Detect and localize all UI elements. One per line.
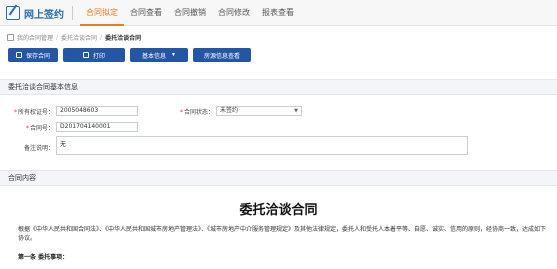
nav-report-view[interactable]: 报表查看: [256, 0, 300, 26]
toolbar: 保存合同 打印 基本信息 ▼ 房源信息查看: [8, 48, 251, 62]
save-icon: [15, 52, 22, 58]
breadcrumb-item[interactable]: 委托洽谈合同: [61, 33, 97, 42]
app-title: 网上签约: [24, 9, 64, 21]
top-header: 网上签约 合同拟定 合同查看 合同撤销 合同修改 报表查看: [0, 0, 557, 26]
nav-contract-view[interactable]: 合同查看: [124, 0, 168, 26]
basic-info-dropdown[interactable]: 基本信息 ▼: [130, 48, 188, 62]
section-title-basic-info: 委托洽谈合同基本信息: [0, 79, 557, 95]
contract-intro-paragraph: 根据《中华人民共和国合同法》、《中华人民共和国城市房地产管理法》、《城市房地产中…: [18, 226, 547, 242]
cert-no-label: *所有权证号：: [13, 109, 54, 116]
contract-no-label: *合同号：: [25, 125, 54, 132]
pen-document-icon: [6, 6, 20, 20]
view-property-button[interactable]: 房源信息查看: [193, 48, 251, 62]
home-icon: [7, 33, 14, 41]
printer-icon: [82, 52, 89, 58]
status-label: *合同状态：: [179, 109, 214, 116]
section-title-contract-content: 合同内容: [0, 170, 557, 186]
status-select[interactable]: 未签约 ▼: [216, 106, 302, 116]
main-nav: 合同拟定 合同查看 合同撤销 合同修改 报表查看: [80, 0, 300, 26]
nav-contract-draft[interactable]: 合同拟定: [80, 0, 124, 26]
divider: [72, 6, 73, 20]
print-button[interactable]: 打印: [63, 48, 125, 62]
brand: 网上签约: [6, 5, 64, 21]
cert-no-field[interactable]: 2005048603: [56, 106, 138, 116]
breadcrumb: 我的合同管理 / 委托洽谈合同 / 委托洽谈合同: [0, 30, 557, 44]
remark-field[interactable]: 无: [56, 136, 468, 155]
caret-down-icon: ▼: [171, 52, 176, 58]
contract-clause-heading: 第一条 委托事项：: [18, 254, 69, 261]
contract-title: 委托洽谈合同: [239, 203, 318, 218]
contract-no-field[interactable]: D201704140001: [56, 122, 138, 132]
nav-contract-revoke[interactable]: 合同撤销: [168, 0, 212, 26]
remark-label: 备注说明：: [23, 145, 54, 152]
chevron-down-icon: ▼: [294, 108, 298, 114]
breadcrumb-item[interactable]: 我的合同管理: [17, 33, 53, 42]
save-contract-button[interactable]: 保存合同: [8, 48, 58, 62]
breadcrumb-current: 委托洽谈合同: [105, 34, 142, 42]
nav-contract-modify[interactable]: 合同修改: [212, 0, 256, 26]
